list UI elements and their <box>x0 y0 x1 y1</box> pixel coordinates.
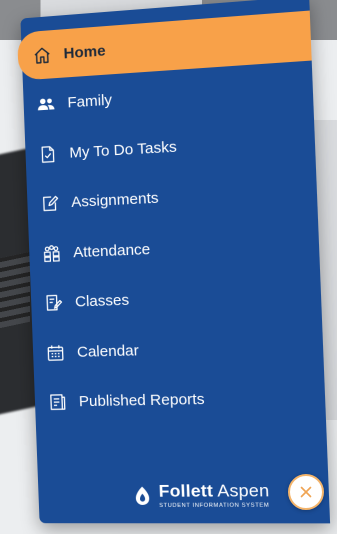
nav-label-family: Family <box>67 91 113 112</box>
background-keyboard <box>0 251 30 329</box>
nav-item-calendar[interactable]: Calendar <box>32 320 324 377</box>
home-icon <box>31 44 52 65</box>
assignments-icon <box>39 193 60 214</box>
attendance-icon <box>41 243 62 264</box>
nav-label-calendar: Calendar <box>76 341 140 361</box>
nav-label-published-reports: Published Reports <box>78 390 205 411</box>
screen: Home Family My To Do Tasks Assignments A… <box>0 0 337 534</box>
close-menu-button[interactable] <box>288 474 324 510</box>
nav-menu: Home Family My To Do Tasks Assignments A… <box>17 10 326 428</box>
brand-tagline: STUDENT INFORMATION SYSTEM <box>159 502 270 509</box>
brand-name: Follett Aspen <box>158 481 269 502</box>
nav-label-my-to-do-tasks: My To Do Tasks <box>69 137 177 162</box>
nav-item-classes[interactable]: Classes <box>30 269 322 328</box>
nav-label-assignments: Assignments <box>70 189 159 211</box>
classes-icon <box>43 292 64 313</box>
todo-icon <box>37 143 58 164</box>
brand-name-regular: Aspen <box>216 480 270 501</box>
nav-label-attendance: Attendance <box>72 240 151 261</box>
follett-logo-icon <box>135 486 150 505</box>
reports-icon <box>47 392 68 412</box>
nav-label-classes: Classes <box>74 291 130 311</box>
nav-item-published-reports[interactable]: Published Reports <box>34 372 326 426</box>
brand-name-bold: Follett <box>158 481 214 501</box>
navigation-drawer: Home Family My To Do Tasks Assignments A… <box>17 0 331 524</box>
close-icon <box>300 486 312 498</box>
calendar-icon <box>45 342 66 363</box>
nav-label-home: Home <box>63 41 106 62</box>
brand-text: Follett Aspen STUDENT INFORMATION SYSTEM <box>158 481 270 509</box>
brand-logo: Follett Aspen STUDENT INFORMATION SYSTEM <box>134 481 270 509</box>
family-icon <box>35 94 56 115</box>
